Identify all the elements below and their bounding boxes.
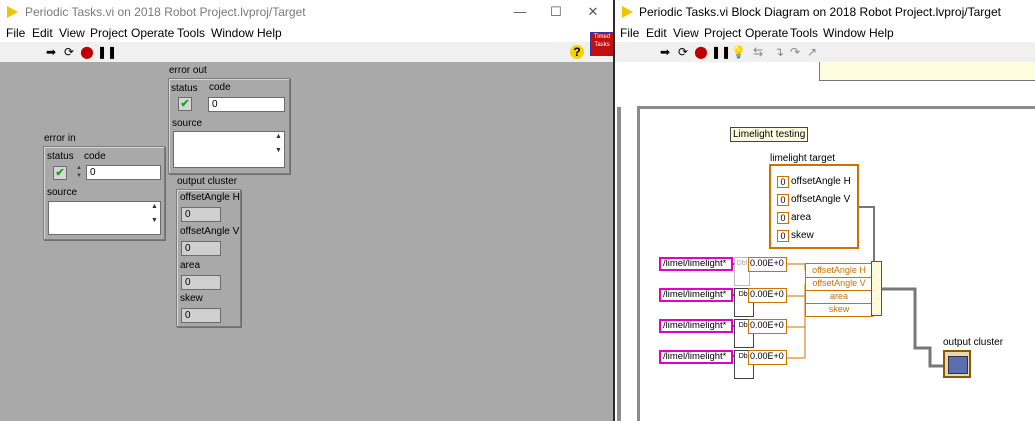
step-into-icon[interactable]: ↴ xyxy=(772,45,786,59)
output-cluster-indicator-icon[interactable] xyxy=(943,350,971,378)
front-panel-titlebar[interactable]: Periodic Tasks.vi on 2018 Robot Project.… xyxy=(0,0,613,24)
path-constant-1[interactable]: /limel/limelight* xyxy=(659,257,733,271)
menu-window[interactable]: Window xyxy=(211,26,254,40)
block-diagram-title: Periodic Tasks.vi Block Diagram on 2018 … xyxy=(639,5,1001,19)
error-out-status-label: status xyxy=(171,83,198,94)
front-panel-window: Periodic Tasks.vi on 2018 Robot Project.… xyxy=(0,0,613,421)
run-arrow-icon[interactable]: ➡ xyxy=(44,45,58,59)
skew-label: skew xyxy=(180,293,203,304)
front-panel-menubar: File Edit View Project Operate Tools Win… xyxy=(0,24,613,42)
error-out-code-field: 0 xyxy=(208,97,285,112)
error-in-label: error in xyxy=(44,133,76,144)
menu-window[interactable]: Window xyxy=(823,26,866,40)
default-value-3[interactable]: 0.00E+0 xyxy=(748,319,787,334)
output-cluster-label: output cluster xyxy=(177,176,238,187)
default-value-2[interactable]: 0.00E+0 xyxy=(748,288,787,303)
step-out-icon[interactable]: ↗ xyxy=(805,45,819,59)
front-panel-canvas: error out status code ✔ 0 source ▲ ▼ erro… xyxy=(0,62,613,421)
pause-icon[interactable]: ❚❚ xyxy=(711,45,731,59)
menu-project[interactable]: Project xyxy=(704,26,741,40)
area-value: 0 xyxy=(181,275,221,290)
minimize-button[interactable]: — xyxy=(510,3,530,21)
error-in-status-label: status xyxy=(47,151,74,162)
pause-icon[interactable]: ❚❚ xyxy=(97,45,117,59)
block-diagram-menubar: File Edit View Project Operate Tools Win… xyxy=(615,24,1035,42)
labview-logo-icon xyxy=(7,6,18,18)
bundle-field-offset-angle-h[interactable]: offsetAngle H xyxy=(806,264,872,278)
error-out-source-label: source xyxy=(172,118,203,129)
wires-svg xyxy=(733,206,943,368)
area-label: area xyxy=(180,260,201,271)
cluster-glyph-icon xyxy=(948,356,968,374)
bundle-field-skew[interactable]: skew xyxy=(806,303,872,316)
offset-angle-h-value: 0 xyxy=(181,207,221,222)
close-button[interactable]: ✕ xyxy=(583,3,603,21)
menu-help[interactable]: Help xyxy=(257,26,282,40)
menu-tools[interactable]: Tools xyxy=(790,26,818,40)
path-constant-3[interactable]: /limel/limelight* xyxy=(659,319,733,333)
nt-dbl-label-1: Dbl xyxy=(736,260,748,267)
menu-help[interactable]: Help xyxy=(869,26,894,40)
run-continuously-icon[interactable]: ⟳ xyxy=(676,45,690,59)
menu-project[interactable]: Project xyxy=(90,26,127,40)
abort-stop-icon[interactable]: ⬤ xyxy=(80,45,94,59)
block-diagram-canvas: Limelight testing limelight target 0 off… xyxy=(615,62,1035,421)
output-cluster: offsetAngle H 0 offsetAngle V 0 area 0 s… xyxy=(176,189,241,327)
menu-operate[interactable]: Operate xyxy=(131,26,174,40)
skew-value: 0 xyxy=(181,308,221,323)
error-out-label: error out xyxy=(169,65,207,76)
error-out-source-field: ▲ ▼ xyxy=(173,131,285,168)
menu-file[interactable]: File xyxy=(620,26,639,40)
offset-angle-v-label: offsetAngle V xyxy=(180,226,240,237)
menu-tools[interactable]: Tools xyxy=(177,26,205,40)
step-over-icon[interactable]: ↷ xyxy=(788,45,802,59)
error-in-status-check-icon[interactable]: ✔ xyxy=(53,166,67,180)
path-constant-2[interactable]: /limel/limelight* xyxy=(659,288,733,302)
error-in-source-label: source xyxy=(47,187,78,198)
bundle-terminal[interactable] xyxy=(871,261,882,316)
error-in-code-label: code xyxy=(84,151,106,162)
abort-stop-icon[interactable]: ⬤ xyxy=(694,45,708,59)
scroll-arrows-icon[interactable]: ▲ ▼ xyxy=(150,203,159,233)
menu-edit[interactable]: Edit xyxy=(32,26,53,40)
menu-file[interactable]: File xyxy=(6,26,25,40)
offset-angle-v-value: 0 xyxy=(181,241,221,256)
error-in-cluster: status code ✔ ▲ ▼ 0 source ▲ ▼ xyxy=(43,146,165,240)
run-continuously-icon[interactable]: ⟳ xyxy=(62,45,76,59)
front-panel-title: Periodic Tasks.vi on 2018 Robot Project.… xyxy=(25,5,306,19)
block-diagram-toolbar: ➡ ⟳ ⬤ ❚❚ 💡 ⇆ ↴ ↷ ↗ xyxy=(615,42,1035,63)
vi-icon: Timed Tasks xyxy=(590,32,613,56)
error-in-source-input[interactable]: ▲ ▼ xyxy=(48,201,161,235)
run-arrow-icon[interactable]: ➡ xyxy=(658,45,672,59)
bd-output-cluster-label: output cluster xyxy=(943,337,1004,348)
bundle-field-area[interactable]: area xyxy=(806,290,872,304)
menu-edit[interactable]: Edit xyxy=(646,26,667,40)
bundle-by-name-node[interactable]: offsetAngle H offsetAngle V area skew xyxy=(805,263,873,317)
labview-logo-icon xyxy=(622,6,633,18)
menu-operate[interactable]: Operate xyxy=(745,26,788,40)
error-out-cluster: status code ✔ 0 source ▲ ▼ xyxy=(168,78,290,174)
context-help-icon[interactable]: ? xyxy=(570,45,584,59)
highlight-execution-icon[interactable]: 💡 xyxy=(731,45,746,59)
scroll-arrows-icon[interactable]: ▲ ▼ xyxy=(274,133,283,166)
default-value-1[interactable]: 0.00E+0 xyxy=(748,257,787,272)
retain-wire-values-icon[interactable]: ⇆ xyxy=(751,45,765,59)
menu-view[interactable]: View xyxy=(59,26,85,40)
front-panel-toolbar: ➡ ⟳ ⬤ ❚❚ ? Timed Tasks xyxy=(0,32,613,63)
menu-view[interactable]: View xyxy=(673,26,699,40)
error-out-status-check-icon: ✔ xyxy=(178,97,192,111)
error-in-code-input[interactable]: 0 xyxy=(86,165,161,180)
offset-angle-h-label: offsetAngle H xyxy=(180,192,240,203)
block-diagram-window: Periodic Tasks.vi Block Diagram on 2018 … xyxy=(615,0,1035,421)
bundle-field-offset-angle-v[interactable]: offsetAngle V xyxy=(806,277,872,291)
code-increment-icon[interactable]: ▲ ▼ xyxy=(76,164,84,180)
error-out-code-label: code xyxy=(209,82,231,93)
path-constant-4[interactable]: /limel/limelight* xyxy=(659,350,733,364)
block-diagram-titlebar[interactable]: Periodic Tasks.vi Block Diagram on 2018 … xyxy=(615,0,1035,24)
default-value-4[interactable]: 0.00E+0 xyxy=(748,350,787,365)
maximize-button[interactable]: ☐ xyxy=(546,3,566,21)
